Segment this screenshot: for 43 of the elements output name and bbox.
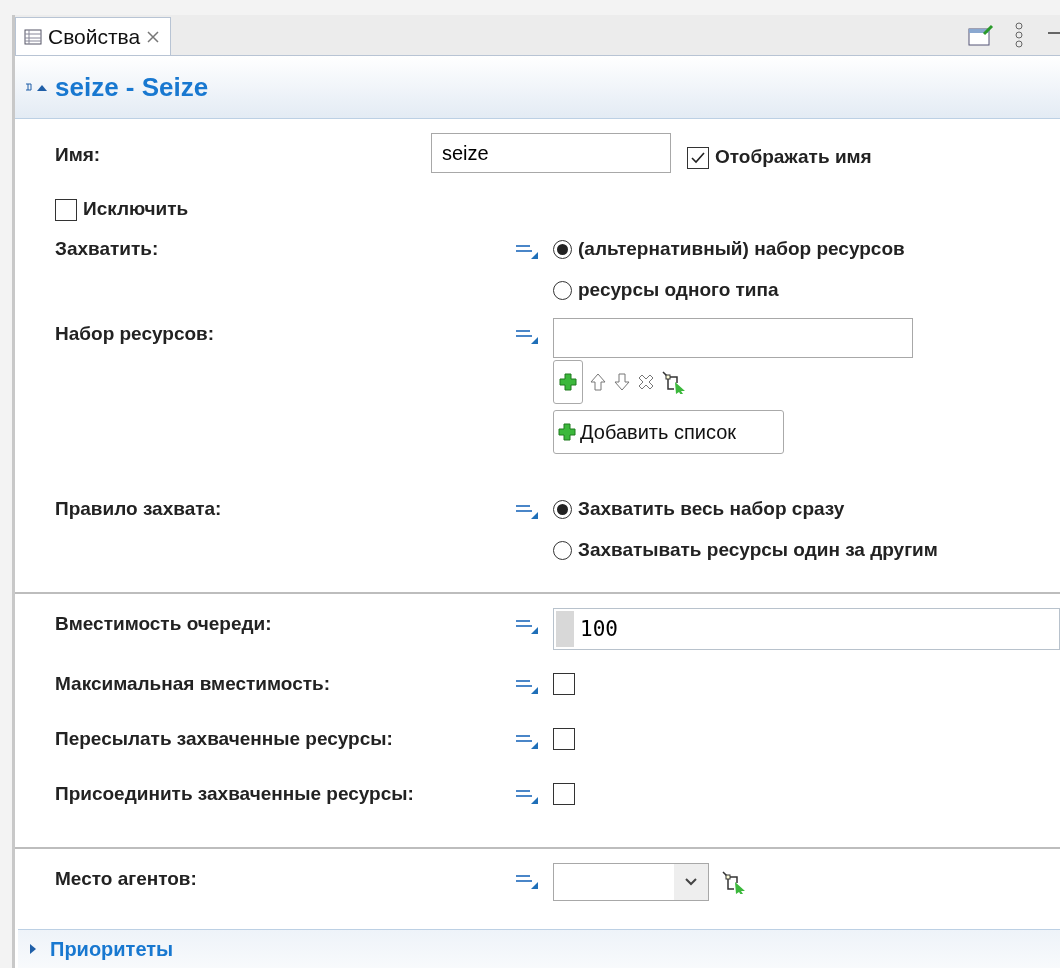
properties-tab[interactable]: Свойства <box>15 17 172 55</box>
more-icon[interactable] <box>1014 22 1024 48</box>
field-label: Набор ресурсов: <box>55 322 216 346</box>
field-label: Вместимость очереди: <box>55 612 273 636</box>
delete-icon[interactable] <box>637 373 655 391</box>
option-label: Захватывать ресурсы один за другим <box>578 539 938 561</box>
collapse-icon[interactable] <box>25 81 47 93</box>
pick-icon[interactable] <box>721 870 747 894</box>
chevron-icon[interactable] <box>685 878 697 886</box>
pick-icon[interactable] <box>661 370 687 394</box>
expand-icon[interactable] <box>28 943 38 955</box>
plus-icon <box>559 373 577 391</box>
down-arrow-icon[interactable] <box>613 372 631 392</box>
name-field[interactable]: seize <box>431 133 671 173</box>
field-label: Пересылать захваченные ресурсы: <box>55 727 394 751</box>
plus-icon <box>558 423 576 441</box>
up-arrow-icon[interactable] <box>589 372 607 392</box>
field-label: Правило захвата: <box>55 497 223 521</box>
field-label: Имя: <box>55 143 102 167</box>
field-label: Максимальная вместимость: <box>55 672 332 696</box>
add-button[interactable] <box>553 360 583 404</box>
option-label: (альтернативный) набор ресурсов <box>578 238 905 260</box>
checkbox[interactable] <box>553 728 575 750</box>
checkbox-label: Отображать имя <box>715 146 872 168</box>
edit-window-icon[interactable] <box>968 24 994 46</box>
checkbox[interactable] <box>553 673 575 695</box>
section-title[interactable]: Приоритеты <box>50 937 174 961</box>
option-label: Захватить весь набор сразу <box>578 498 845 520</box>
checkbox[interactable] <box>687 146 709 169</box>
checkbox[interactable] <box>553 783 575 805</box>
field-label: Присоединить захваченные ресурсы: <box>55 782 415 806</box>
check-icon <box>690 150 706 165</box>
list-field[interactable] <box>553 318 913 358</box>
field-label: Захватить: <box>55 237 160 261</box>
add-list-button[interactable]: Добавить список <box>553 410 784 454</box>
checkbox-label: Исключить <box>83 198 189 220</box>
option-label: ресурсы одного типа <box>578 279 779 301</box>
table-icon <box>24 28 42 45</box>
checkbox[interactable] <box>55 198 77 221</box>
number-field[interactable]: 100 <box>553 608 1060 650</box>
close-icon[interactable] <box>146 29 161 44</box>
field-label: Место агентов: <box>55 867 198 891</box>
panel-title: seize - Seize <box>55 71 209 103</box>
